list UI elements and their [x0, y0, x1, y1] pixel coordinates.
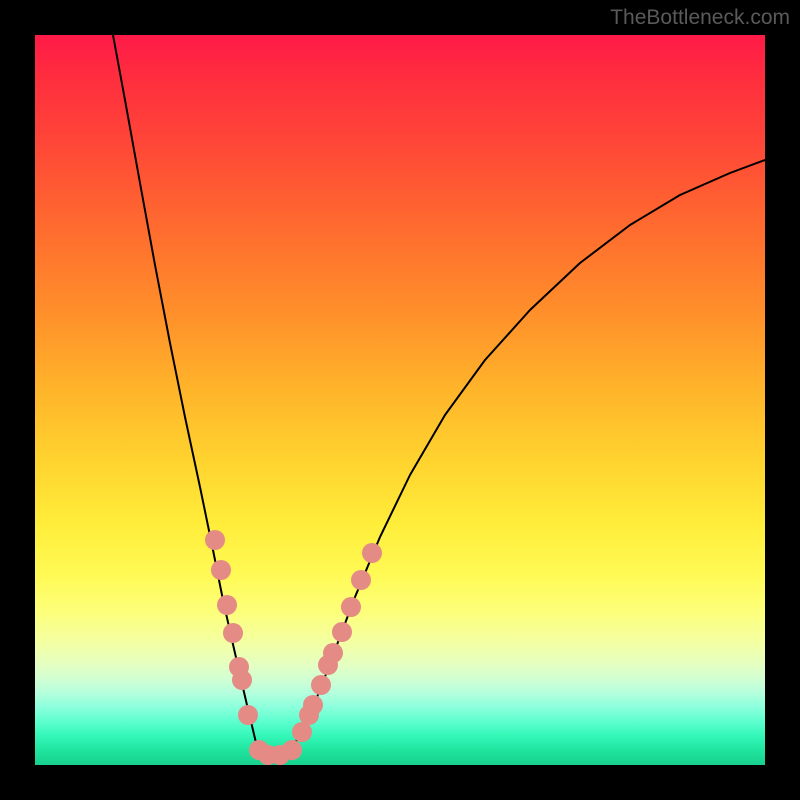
- data-marker: [223, 623, 243, 643]
- data-marker: [211, 560, 231, 580]
- data-marker: [362, 543, 382, 563]
- data-marker: [332, 622, 352, 642]
- chart-frame: TheBottleneck.com: [0, 0, 800, 800]
- marker-group: [205, 530, 382, 765]
- data-marker: [217, 595, 237, 615]
- curve-path: [113, 35, 765, 755]
- data-marker: [232, 670, 252, 690]
- watermark-text: TheBottleneck.com: [610, 6, 790, 30]
- data-marker: [351, 570, 371, 590]
- data-marker: [341, 597, 361, 617]
- bottleneck-curve: [113, 35, 765, 755]
- data-marker: [311, 675, 331, 695]
- data-marker: [282, 740, 302, 760]
- data-marker: [205, 530, 225, 550]
- data-marker: [238, 705, 258, 725]
- plot-area: [35, 35, 765, 765]
- data-marker: [303, 695, 323, 715]
- chart-svg: [35, 35, 765, 765]
- data-marker: [323, 643, 343, 663]
